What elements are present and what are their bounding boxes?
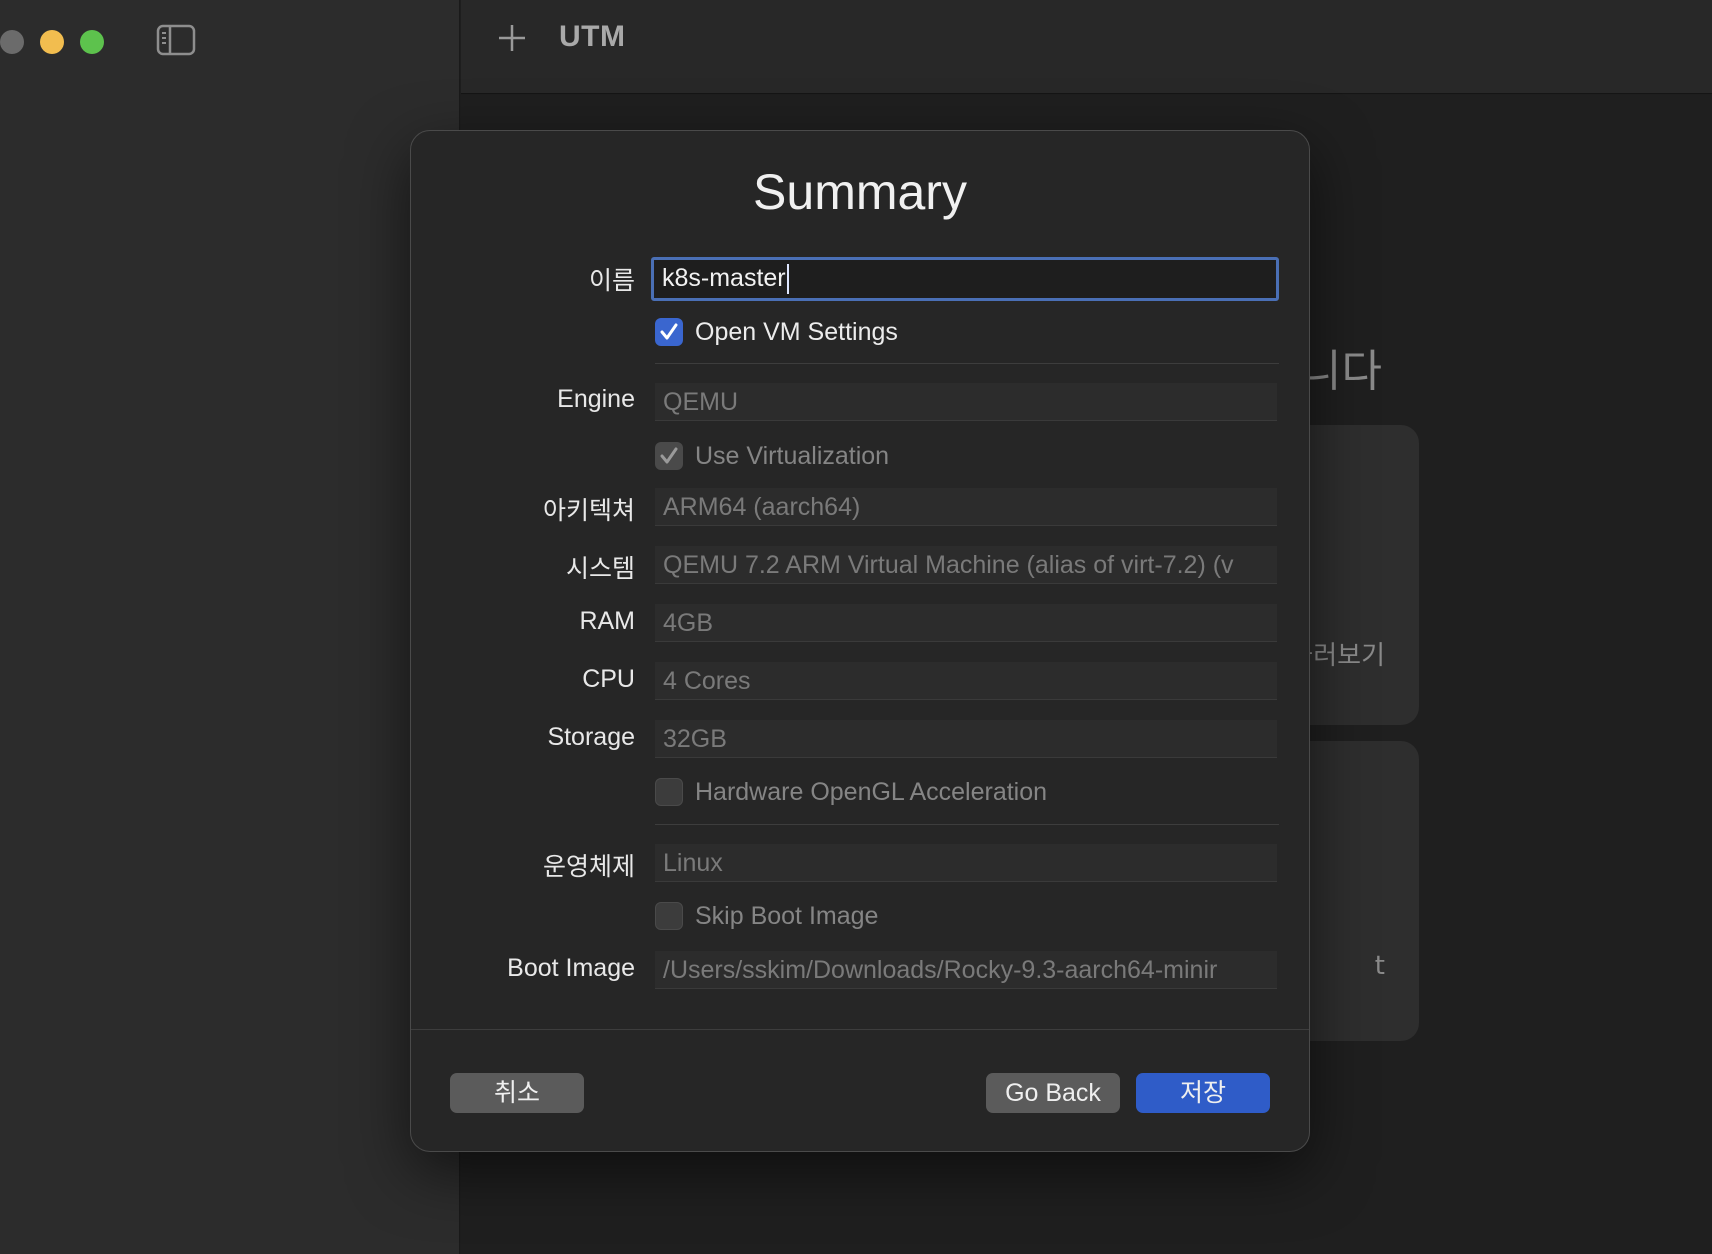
- hardware-opengl-label: Hardware OpenGL Acceleration: [695, 777, 1048, 806]
- engine-field: QEMU: [655, 383, 1277, 421]
- system-label: 시스템: [565, 555, 635, 583]
- app-title: UTM: [559, 20, 626, 53]
- use-virtualization-checkbox: [655, 442, 683, 470]
- open-vm-settings-checkbox-row[interactable]: Open VM Settings: [655, 317, 898, 347]
- save-button[interactable]: 저장: [1136, 1073, 1270, 1113]
- welcome-heading-fragment: 니다: [1301, 346, 1382, 397]
- system-field: QEMU 7.2 ARM Virtual Machine (alias of v…: [655, 546, 1277, 584]
- storage-label: Storage: [547, 723, 635, 751]
- dialog-title: Summary: [753, 164, 967, 220]
- hardware-opengl-checkbox-row: Hardware OpenGL Acceleration: [655, 777, 1047, 807]
- open-vm-settings-label: Open VM Settings: [695, 317, 898, 346]
- use-virtualization-checkbox-row: Use Virtualization: [655, 441, 889, 471]
- ram-field: 4GB: [655, 604, 1277, 642]
- name-input[interactable]: k8s-master: [651, 257, 1279, 301]
- add-vm-icon[interactable]: [497, 22, 527, 58]
- os-field: Linux: [655, 844, 1277, 882]
- name-input-value: k8s-master: [662, 264, 786, 292]
- text-caret: [786, 264, 789, 295]
- sidebar-toggle-icon[interactable]: [156, 24, 196, 56]
- name-label: 이름: [588, 267, 635, 295]
- architecture-field: ARM64 (aarch64): [655, 488, 1277, 526]
- summary-dialog: Summary 이름 k8s-master Open VM Settings E…: [410, 130, 1310, 1152]
- boot-image-label: Boot Image: [507, 954, 635, 982]
- skip-boot-image-checkbox-row: Skip Boot Image: [655, 901, 878, 931]
- open-vm-settings-checkbox[interactable]: [655, 318, 683, 346]
- architecture-label: 아키텍쳐: [542, 497, 635, 525]
- maximize-window-button[interactable]: [80, 30, 104, 54]
- footer-divider: [411, 1029, 1309, 1030]
- skip-boot-image-label: Skip Boot Image: [695, 901, 879, 930]
- checkmark-icon: [660, 447, 678, 464]
- hardware-opengl-checkbox: [655, 778, 683, 806]
- os-label: 운영체제: [542, 853, 635, 881]
- card-label: t: [1374, 951, 1385, 981]
- close-window-button[interactable]: [0, 30, 24, 54]
- skip-boot-image-checkbox: [655, 902, 683, 930]
- toolbar: UTM: [461, 0, 1712, 94]
- storage-field: 32GB: [655, 720, 1277, 758]
- cancel-button[interactable]: 취소: [450, 1073, 584, 1113]
- engine-label: Engine: [557, 385, 635, 413]
- sidebar: [0, 0, 460, 1254]
- section-divider: [655, 363, 1279, 364]
- go-back-button[interactable]: Go Back: [986, 1073, 1120, 1113]
- ram-label: RAM: [579, 607, 635, 635]
- use-virtualization-label: Use Virtualization: [695, 441, 890, 470]
- cpu-label: CPU: [582, 665, 635, 693]
- section-divider: [655, 824, 1279, 825]
- boot-image-field: /Users/sskim/Downloads/Rocky-9.3-aarch64…: [655, 951, 1277, 989]
- checkmark-icon: [660, 323, 678, 340]
- minimize-window-button[interactable]: [40, 30, 64, 54]
- cpu-field: 4 Cores: [655, 662, 1277, 700]
